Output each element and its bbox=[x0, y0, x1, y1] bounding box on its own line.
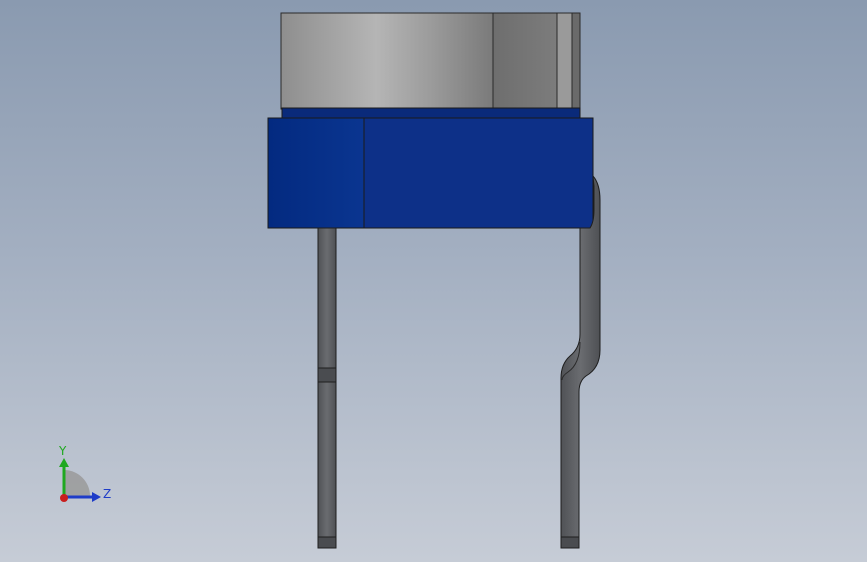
triad-plane-indicator bbox=[64, 470, 90, 496]
seat-ring[interactable] bbox=[281, 107, 581, 119]
cap-body[interactable] bbox=[280, 12, 581, 110]
left-lead[interactable] bbox=[317, 227, 337, 549]
y-axis-label: Y bbox=[58, 444, 67, 458]
x-axis-origin bbox=[60, 494, 68, 502]
base-block[interactable] bbox=[267, 117, 594, 229]
right-lead[interactable] bbox=[560, 174, 601, 549]
orientation-triad: Y Z bbox=[58, 444, 111, 502]
graphics-viewport[interactable]: Y Z bbox=[0, 0, 867, 562]
z-axis-label: Z bbox=[103, 487, 111, 501]
component-model[interactable] bbox=[0, 0, 867, 562]
z-axis-arrowhead bbox=[92, 492, 101, 502]
y-axis-arrowhead bbox=[59, 458, 69, 467]
